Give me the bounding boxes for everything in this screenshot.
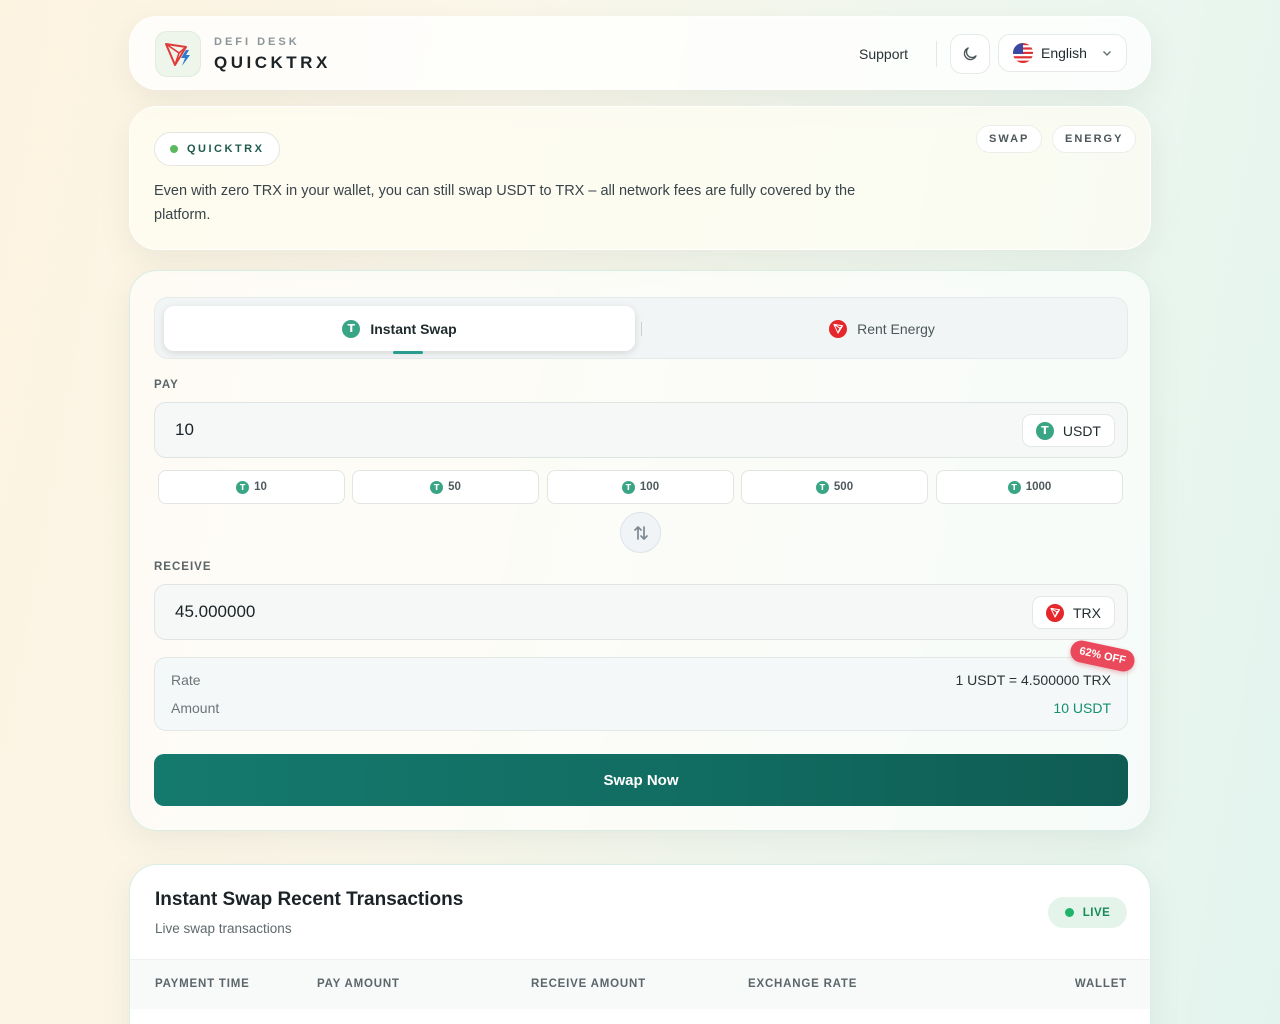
header-divider (936, 41, 937, 67)
pay-token-label: USDT (1062, 422, 1101, 439)
info-description: Even with zero TRX in your wallet, you c… (154, 183, 856, 223)
preset-1000-button[interactable]: T 1000 (936, 470, 1123, 504)
rate-label: Rate (171, 672, 201, 688)
usdt-icon: T (621, 480, 635, 494)
rate-row: Rate 1 USDT = 4.500000 TRX (171, 672, 1111, 688)
column-wallet[interactable]: WALLET (1075, 978, 1127, 990)
usdt-icon: T (1007, 480, 1021, 494)
receive-token-selector[interactable]: TRX (1032, 596, 1115, 629)
preset-50-button[interactable]: T 50 (352, 470, 539, 504)
support-link[interactable]: Support (859, 46, 908, 62)
swap-direction-button[interactable] (620, 512, 661, 553)
usdt-icon: T (1035, 421, 1054, 440)
tab-rent-energy[interactable]: Rent Energy (645, 306, 1119, 351)
pay-amount-field[interactable]: 10 T USDT (154, 402, 1128, 458)
transactions-title: Instant Swap Recent Transactions (155, 889, 464, 910)
column-receive-amount[interactable]: RECEIVE AMOUNT (531, 978, 646, 990)
moon-icon (963, 47, 977, 61)
brand-subtitle: DEFI DESK (214, 36, 300, 48)
recent-transactions: Instant Swap Recent Transactions Live sw… (129, 864, 1151, 1024)
tag-energy[interactable]: ENERGY (1052, 125, 1137, 153)
preset-label: 1000 (1025, 481, 1052, 493)
trx-icon (1046, 603, 1064, 622)
swap-arrows-icon (633, 525, 648, 540)
pay-label: PAY (154, 379, 179, 391)
theme-toggle-button[interactable] (950, 34, 990, 74)
info-banner: QUICKTRX SWAP ENERGY Even with zero TRX … (129, 106, 1151, 250)
brand-pill: QUICKTRX (154, 132, 281, 166)
rate-summary: Rate 1 USDT = 4.500000 TRX Amount 10 USD… (154, 657, 1128, 731)
preset-label: 10 (254, 481, 267, 493)
brand-title: QUICKTRX (214, 53, 331, 72)
brand-pill-label: QUICKTRX (187, 143, 265, 155)
preset-amounts: T 10 T 50 T 100 T 500 T 1000 (158, 470, 1124, 504)
preset-100-button[interactable]: T 100 (547, 470, 734, 504)
usdt-icon: T (342, 319, 361, 338)
pay-amount-input[interactable]: 10 (175, 420, 194, 440)
live-label: LIVE (1082, 906, 1111, 919)
tab-rent-energy-label: Rent Energy (857, 320, 935, 337)
live-dot-icon (1064, 908, 1074, 917)
amount-label: Amount (171, 700, 220, 716)
tron-logo-icon (165, 43, 190, 66)
usdt-icon: T (815, 480, 829, 494)
column-exchange-rate[interactable]: EXCHANGE RATE (748, 978, 857, 990)
swap-tabs: T Instant Swap Rent Energy (154, 297, 1128, 359)
pay-token-selector[interactable]: T USDT (1021, 414, 1115, 447)
tag-swap[interactable]: SWAP (976, 125, 1043, 153)
amount-row: Amount 10 USDT (171, 700, 1111, 716)
preset-10-button[interactable]: T 10 (158, 470, 345, 504)
language-selector[interactable]: English (998, 34, 1127, 72)
active-tab-indicator (393, 351, 423, 354)
chevron-down-icon (1102, 50, 1111, 57)
transactions-subtitle: Live swap transactions (155, 921, 292, 936)
live-badge: LIVE (1048, 897, 1127, 928)
preset-label: 100 (639, 481, 660, 493)
swap-now-button[interactable]: Swap Now (154, 754, 1128, 806)
trx-icon (829, 319, 848, 338)
receive-label: RECEIVE (154, 561, 212, 573)
tab-separator (641, 322, 642, 336)
status-dot-icon (170, 145, 178, 153)
swap-panel: T Instant Swap Rent Energy PAY 10 T USDT… (129, 270, 1151, 831)
preset-500-button[interactable]: T 500 (741, 470, 928, 504)
column-payment-time[interactable]: PAYMENT TIME (155, 978, 250, 990)
us-flag-icon (1013, 43, 1033, 63)
receive-amount-value: 45.000000 (175, 602, 256, 621)
rate-value: 1 USDT = 4.500000 TRX (955, 672, 1111, 688)
language-label: English (1041, 45, 1087, 61)
amount-value: 10 USDT (1053, 700, 1111, 716)
usdt-icon: T (430, 480, 444, 494)
receive-amount-field[interactable]: 45.000000 TRX (154, 584, 1128, 640)
tab-instant-swap[interactable]: T Instant Swap (164, 306, 635, 354)
receive-token-label: TRX (1073, 604, 1101, 621)
top-header: DEFI DESK QUICKTRX Support English (129, 16, 1151, 90)
transactions-table-header: PAYMENT TIME PAY AMOUNT RECEIVE AMOUNT E… (130, 959, 1150, 1009)
usdt-icon: T (236, 480, 250, 494)
tab-instant-swap-label: Instant Swap (370, 320, 457, 337)
preset-label: 500 (833, 481, 854, 493)
preset-label: 50 (448, 481, 461, 493)
column-pay-amount[interactable]: PAY AMOUNT (317, 978, 400, 990)
logo[interactable] (155, 31, 201, 77)
